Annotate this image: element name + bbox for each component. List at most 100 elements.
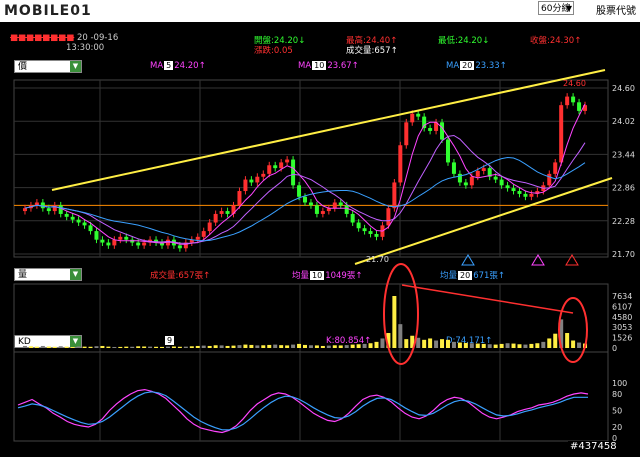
kd-tick-label: 20 xyxy=(612,423,622,432)
candle-body xyxy=(505,185,510,189)
candle-body xyxy=(82,222,87,226)
candle-body xyxy=(64,213,69,217)
candle-body xyxy=(440,122,445,140)
volume-bar xyxy=(225,345,230,348)
volume-bar xyxy=(291,344,296,348)
volume-bar xyxy=(52,346,57,348)
volume-bar xyxy=(160,346,165,348)
volume-bar xyxy=(165,346,170,348)
volume-bar xyxy=(392,296,397,348)
volume-bar xyxy=(428,338,433,348)
volume-bar xyxy=(183,346,188,348)
volume-bar xyxy=(434,340,439,348)
candle-body xyxy=(547,173,552,186)
volume-bar xyxy=(154,346,159,348)
volume-bar xyxy=(189,346,194,348)
candle-body xyxy=(142,242,147,246)
candle-body xyxy=(428,128,433,131)
volume-bar xyxy=(362,343,367,348)
volume-bar xyxy=(130,346,135,348)
volume-tick-label: 1526 xyxy=(612,334,632,343)
candle-body xyxy=(46,208,51,212)
volume-bar xyxy=(523,344,528,348)
candle-body xyxy=(255,176,260,183)
candle-body xyxy=(94,231,99,240)
volume-bar xyxy=(237,345,242,348)
volume-bar xyxy=(457,342,462,348)
volume-bar xyxy=(404,339,409,348)
candle-body xyxy=(112,239,117,246)
volume-bar xyxy=(308,345,313,348)
volume-bar xyxy=(124,346,129,348)
candle-body xyxy=(499,179,504,186)
candle-body xyxy=(308,202,313,206)
volume-bar xyxy=(547,338,552,348)
volume-bar xyxy=(416,337,421,348)
volume-tick-label: 6107 xyxy=(612,302,632,311)
candle-body xyxy=(177,245,182,249)
candle-body xyxy=(559,105,564,163)
volume-bar xyxy=(82,346,87,348)
volume-bar xyxy=(177,346,182,348)
candle-body xyxy=(529,193,534,197)
k-line xyxy=(17,388,589,434)
volume-bar xyxy=(207,345,212,348)
volume-bar xyxy=(22,345,27,348)
volume-bar xyxy=(374,341,379,348)
volume-tick-label: 3053 xyxy=(612,323,632,332)
volume-bar xyxy=(350,344,355,348)
candle-body xyxy=(207,222,212,232)
volume-bar xyxy=(487,344,492,348)
volume-bar xyxy=(517,344,522,348)
panel-frame xyxy=(13,79,609,258)
candle-body xyxy=(291,159,296,186)
volume-bar xyxy=(332,345,337,348)
volume-bar xyxy=(368,343,373,348)
candle-body xyxy=(416,113,421,117)
volume-bar xyxy=(94,346,99,348)
annotation-connector xyxy=(401,284,574,314)
volume-bar xyxy=(148,346,153,348)
ma5-line xyxy=(24,103,586,245)
candle-body xyxy=(523,193,528,197)
volume-bar xyxy=(297,343,302,348)
kd-tick-label: 80 xyxy=(612,390,622,399)
volume-bar xyxy=(112,346,117,348)
candle-body xyxy=(219,211,224,214)
candle-body xyxy=(356,222,361,229)
candle-body xyxy=(565,96,570,106)
candle-body xyxy=(70,216,75,220)
candle-body xyxy=(577,102,582,111)
low-price-label: 21.70 xyxy=(366,255,389,264)
candle-body xyxy=(571,96,576,103)
volume-bar xyxy=(195,345,200,348)
candle-body xyxy=(201,231,206,237)
volume-bar xyxy=(499,343,504,348)
volume-bar xyxy=(475,343,480,348)
watermark: #437458 xyxy=(568,441,619,452)
volume-bar xyxy=(46,346,51,348)
candle-body xyxy=(398,145,403,183)
volume-bar xyxy=(380,338,385,348)
candle-body xyxy=(463,182,468,186)
candle-body xyxy=(285,159,290,163)
candle-body xyxy=(493,176,498,180)
volume-bar xyxy=(34,346,39,348)
candle-body xyxy=(88,225,93,232)
d-line xyxy=(17,391,588,431)
volume-bar xyxy=(171,346,176,348)
volume-bar xyxy=(505,343,510,348)
volume-bar xyxy=(249,344,254,348)
volume-bar xyxy=(88,346,93,348)
candle-body xyxy=(267,165,272,174)
candle-body xyxy=(368,231,373,234)
volume-bar xyxy=(553,333,558,348)
candle-body xyxy=(344,205,349,214)
candle-body xyxy=(475,171,480,177)
candle-body xyxy=(273,165,278,169)
volume-bar xyxy=(267,344,272,348)
candle-body xyxy=(386,208,391,226)
volume-tick-label: 4580 xyxy=(612,313,632,322)
volume-bar xyxy=(303,344,307,348)
candle-body xyxy=(100,239,105,243)
